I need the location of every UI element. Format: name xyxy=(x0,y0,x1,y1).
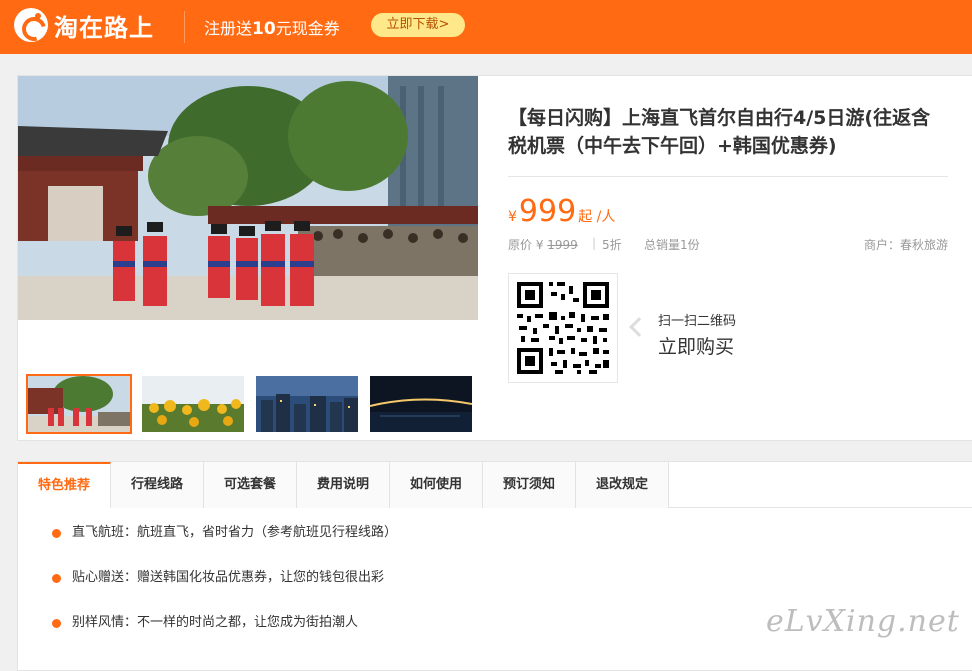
logo-icon xyxy=(14,8,48,42)
feature-text: 直飞航班：航班直飞，省时省力（参考航班见行程线路） xyxy=(72,525,398,540)
thumbnail-4[interactable] xyxy=(370,376,472,432)
register-promo: 注册送10元现金券 xyxy=(204,15,340,39)
price-currency: ¥ xyxy=(508,209,517,225)
tab-refund-policy[interactable]: 退改规定 xyxy=(576,462,669,508)
promo-suffix: 元现金券 xyxy=(275,19,340,38)
qr-hint: 扫一扫二维码 xyxy=(658,314,737,329)
product-title: 【每日闪购】上海直飞首尔自由行4/5日游(往返含税机票（中午去下午回）+韩国优惠… xyxy=(508,107,931,157)
product-panel: 【每日闪购】上海直飞首尔自由行4/5日游(往返含税机票（中午去下午回）+韩国优惠… xyxy=(17,75,972,441)
price-row: ¥ 999 起 /人 xyxy=(508,194,615,229)
feature-text: 别样风情：不一样的时尚之都，让您成为街拍潮人 xyxy=(72,615,359,630)
detail-panel: 特色推荐 行程线路 可选套餐 费用说明 如何使用 预订须知 退改规定 直飞航班：… xyxy=(17,461,972,671)
price-unit: 起 /人 xyxy=(578,209,616,225)
tab-booking-notes[interactable]: 预订须知 xyxy=(483,462,576,508)
qr-code xyxy=(508,273,618,383)
tab-how-to-use[interactable]: 如何使用 xyxy=(390,462,483,508)
original-price-label: 原价 ¥ xyxy=(508,238,544,252)
promo-prefix: 注册送 xyxy=(204,19,253,38)
header-divider xyxy=(184,11,185,43)
thumbnail-1[interactable] xyxy=(26,374,132,434)
feature-text: 贴心赠送：赠送韩国化妆品优惠券，让您的钱包很出彩 xyxy=(72,570,385,585)
photo-thumbnails xyxy=(26,374,472,434)
price-value: 999 xyxy=(518,194,577,229)
title-divider xyxy=(508,176,948,177)
buy-now-label: 立即购买 xyxy=(658,336,735,358)
original-price: 原价 ¥ 1999 xyxy=(508,236,578,253)
bullet-icon xyxy=(52,619,61,628)
sales-count: 总销量1份 xyxy=(644,238,700,252)
download-button[interactable]: 立即下载> xyxy=(371,13,465,37)
feature-item: 直飞航班：航班直飞，省时省力（参考航班见行程线路） xyxy=(52,524,397,569)
promo-amount: 10 xyxy=(252,19,276,39)
bullet-icon xyxy=(52,574,61,583)
bullet-icon xyxy=(52,529,61,538)
main-product-photo xyxy=(18,76,478,320)
site-logo[interactable]: 淘在路上 xyxy=(14,8,154,42)
feature-list: 直飞航班：航班直飞，省时省力（参考航班见行程线路） 贴心赠送：赠送韩国化妆品优惠… xyxy=(52,524,397,659)
chevron-left-icon xyxy=(629,317,649,337)
original-price-value: 1999 xyxy=(547,238,578,252)
tab-packages[interactable]: 可选套餐 xyxy=(204,462,297,508)
meta-separator: | xyxy=(592,236,597,250)
feature-item: 别样风情：不一样的时尚之都，让您成为街拍潮人 xyxy=(52,614,397,659)
product-info: 【每日闪购】上海直飞首尔自由行4/5日游(往返含税机票（中午去下午回）+韩国优惠… xyxy=(508,76,948,442)
tab-itinerary[interactable]: 行程线路 xyxy=(111,462,204,508)
merchant-name[interactable]: 商户：春秋旅游 xyxy=(864,236,948,253)
top-bar: 淘在路上 注册送10元现金券 立即下载> xyxy=(0,0,972,54)
logo-text: 淘在路上 xyxy=(54,13,154,42)
tab-fees[interactable]: 费用说明 xyxy=(297,462,390,508)
thumbnail-3[interactable] xyxy=(256,376,358,432)
thumbnail-2[interactable] xyxy=(142,376,244,432)
watermark: eLvXing.net xyxy=(766,604,960,639)
feature-item: 贴心赠送：赠送韩国化妆品优惠券，让您的钱包很出彩 xyxy=(52,569,397,614)
discount: 5折 xyxy=(602,238,622,252)
tab-features[interactable]: 特色推荐 xyxy=(18,462,111,508)
detail-tabs: 特色推荐 行程线路 可选套餐 费用说明 如何使用 预订须知 退改规定 xyxy=(18,462,972,508)
